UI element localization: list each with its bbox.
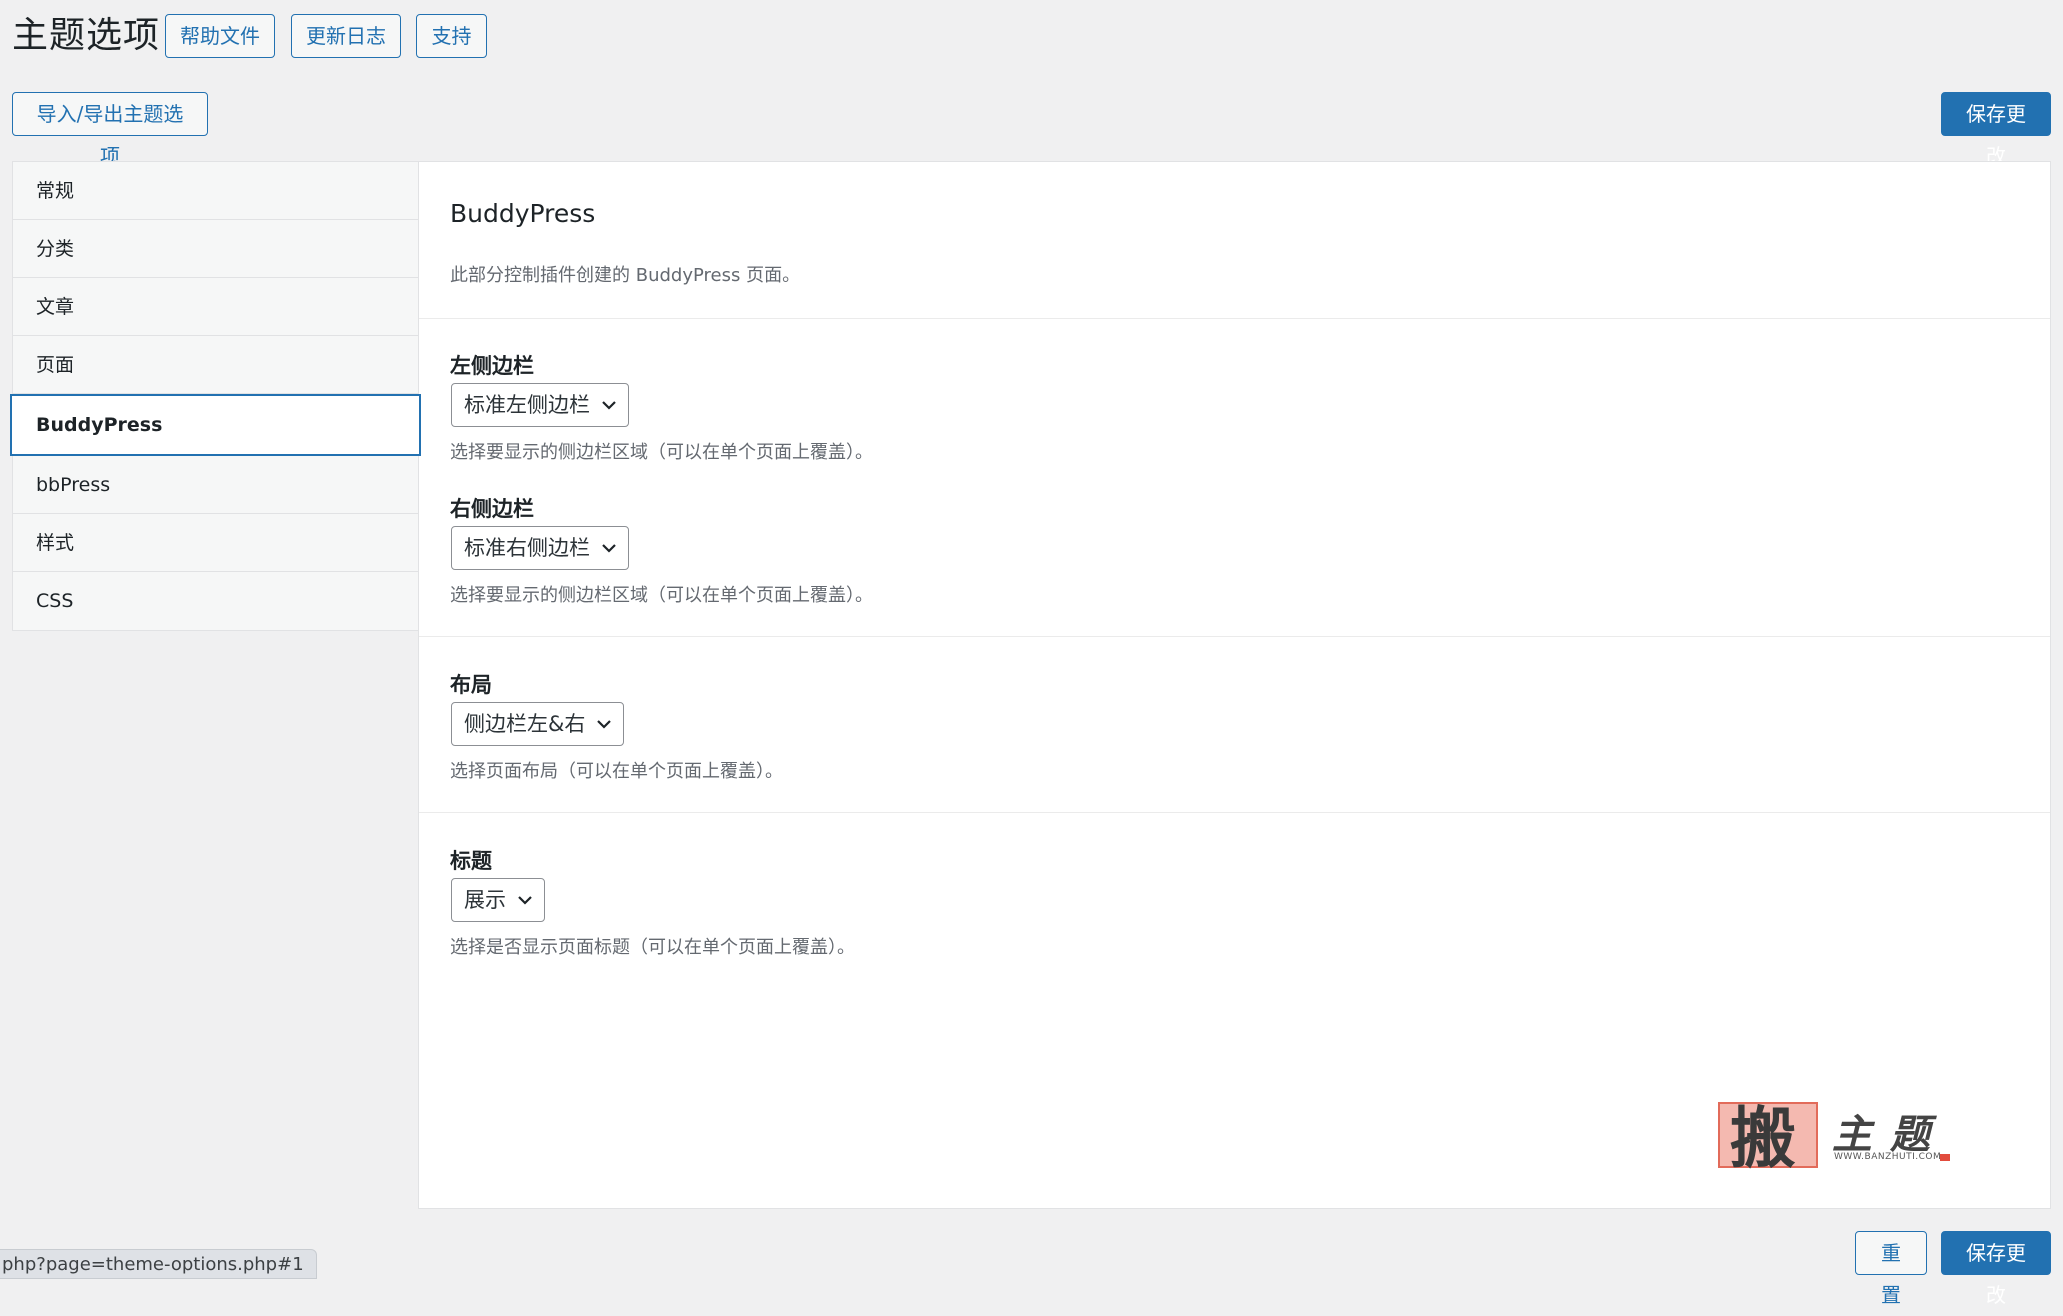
title-label: 标题 [450, 849, 492, 873]
sidebar-item-categories[interactable]: 分类 [13, 220, 418, 278]
right-sidebar-select[interactable]: 标准右侧边栏 [451, 526, 629, 570]
sidebar-item-general[interactable]: 常规 [13, 162, 418, 220]
right-sidebar-label: 右侧边栏 [450, 497, 534, 521]
section-header: BuddyPress 此部分控制插件创建的 BuddyPress 页面。 [419, 162, 2050, 319]
sidebar-item-buddypress[interactable]: BuddyPress [10, 394, 421, 456]
left-sidebar-help: 选择要显示的侧边栏区域（可以在单个页面上覆盖）。 [450, 442, 873, 463]
section-description: 此部分控制插件创建的 BuddyPress 页面。 [450, 265, 801, 286]
chevron-down-icon [518, 896, 532, 905]
import-export-button[interactable]: 导入/导出主题选项 [12, 92, 208, 168]
left-sidebar-value: 标准左侧边栏 [464, 393, 590, 417]
left-sidebar-select[interactable]: 标准左侧边栏 [451, 383, 629, 427]
page-title: 主题选项 [12, 15, 161, 56]
layout-select[interactable]: 侧边栏左&右 [451, 702, 625, 746]
layout-settings-group: 布局 侧边栏左&右 选择页面布局（可以在单个页面上覆盖）。 [419, 637, 2050, 813]
support-button[interactable]: 支持 [416, 14, 487, 58]
options-panel: BuddyPress 此部分控制插件创建的 BuddyPress 页面。 左侧边… [418, 161, 2051, 1209]
chevron-down-icon [602, 401, 616, 410]
title-settings-group: 标题 展示 选择是否显示页面标题（可以在单个页面上覆盖）。 [419, 813, 2050, 989]
right-sidebar-help: 选择要显示的侧边栏区域（可以在单个页面上覆盖）。 [450, 585, 873, 606]
chevron-down-icon [597, 720, 612, 729]
sidebar-item-bbpress[interactable]: bbPress [13, 456, 418, 514]
reset-button[interactable]: 重置 [1855, 1231, 1927, 1307]
sidebar-item-css[interactable]: CSS [13, 572, 418, 630]
sidebar-settings-group: 左侧边栏 标准左侧边栏 选择要显示的侧边栏区域（可以在单个页面上覆盖）。 右侧边… [419, 319, 2050, 637]
layout-label: 布局 [450, 673, 492, 697]
title-help: 选择是否显示页面标题（可以在单个页面上覆盖）。 [450, 937, 855, 958]
title-select[interactable]: 展示 [451, 878, 545, 922]
sidebar-item-posts[interactable]: 文章 [13, 278, 418, 336]
left-sidebar-label: 左侧边栏 [450, 354, 534, 378]
layout-help: 选择页面布局（可以在单个页面上覆盖）。 [450, 761, 783, 782]
options-sidebar: 常规 分类 文章 页面 BuddyPress bbPress 样式 CSS [10, 161, 421, 631]
changelog-button[interactable]: 更新日志 [291, 14, 401, 58]
right-sidebar-value: 标准右侧边栏 [464, 536, 590, 560]
watermark-seal: 搬 [1718, 1099, 1818, 1177]
watermark-logo: 搬 主题 WWW.BANZHUTI.COM [1718, 1099, 1958, 1177]
watermark-mark [1940, 1154, 1950, 1161]
watermark-url: WWW.BANZHUTI.COM [1834, 1152, 1942, 1162]
section-title: BuddyPress [450, 199, 596, 228]
layout-value: 侧边栏左&右 [464, 712, 586, 736]
title-value: 展示 [464, 888, 506, 912]
save-button-bottom[interactable]: 保存更改 [1941, 1231, 2051, 1307]
sidebar-item-styles[interactable]: 样式 [13, 514, 418, 572]
sidebar-item-pages[interactable]: 页面 [13, 336, 418, 394]
help-docs-button[interactable]: 帮助文件 [165, 14, 275, 58]
save-button-top[interactable]: 保存更改 [1941, 92, 2051, 168]
chevron-down-icon [602, 544, 616, 553]
